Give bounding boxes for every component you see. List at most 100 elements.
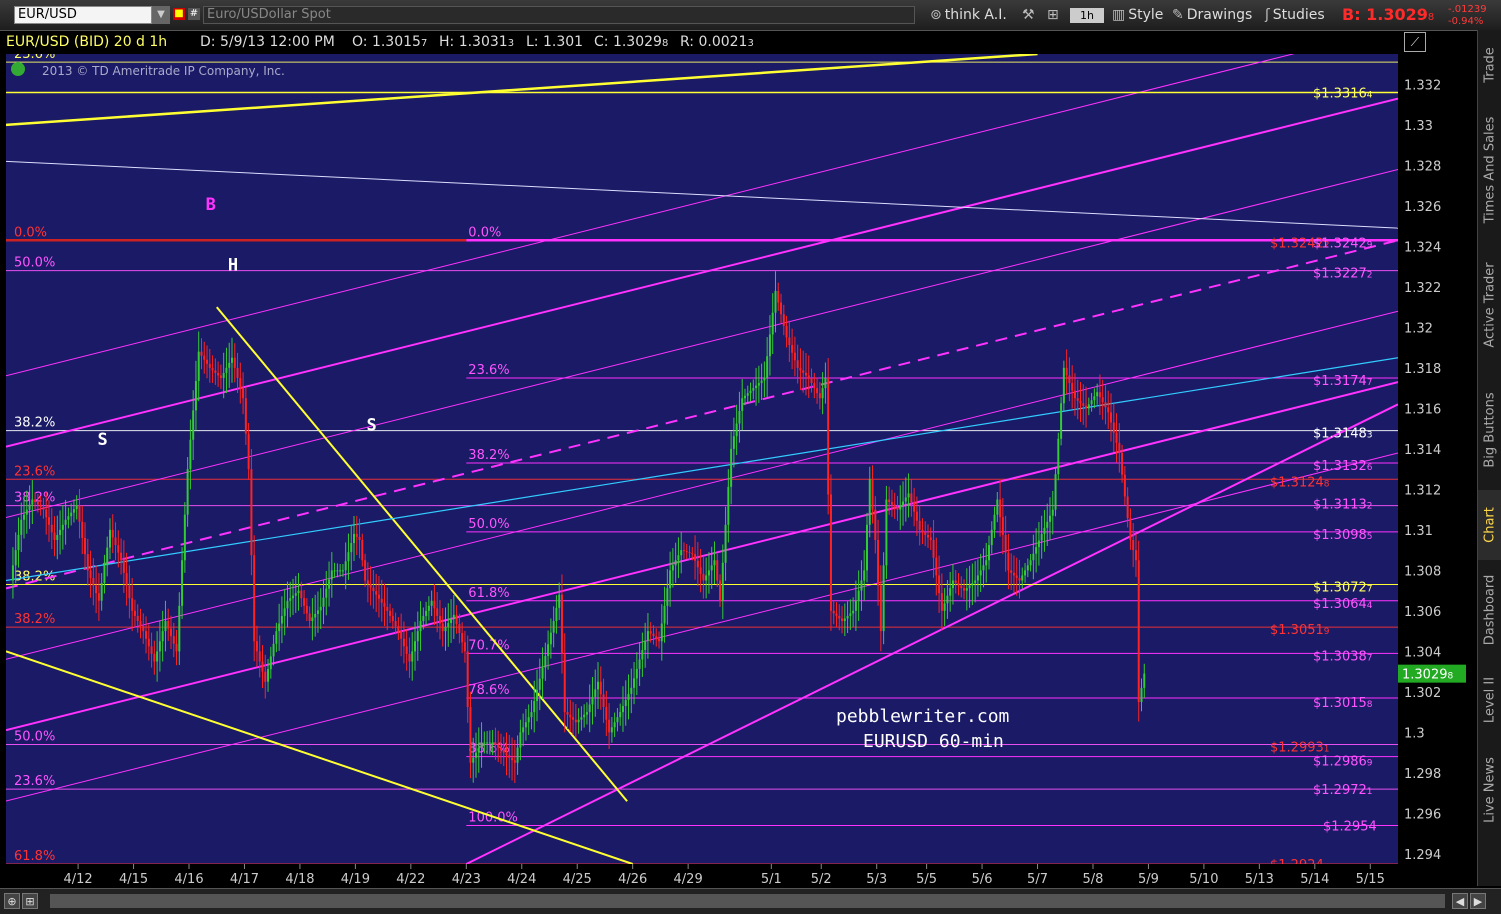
candle-body — [56, 534, 59, 540]
sidebar-tab-live-news[interactable]: Live News — [1478, 740, 1501, 840]
candle-body — [339, 570, 342, 572]
candle-body — [527, 717, 530, 723]
candle-body — [624, 699, 627, 707]
candle-body — [344, 561, 347, 571]
sidebar-tab-times-and-sales[interactable]: Times And Sales — [1478, 100, 1501, 240]
sidebar-tab-dashboard[interactable]: Dashboard — [1478, 560, 1501, 660]
sidebar-tab-chart[interactable]: Chart — [1478, 490, 1501, 560]
candle-body — [14, 550, 17, 566]
studies-button[interactable]: ʃ Studies — [1265, 5, 1325, 25]
candle-body — [533, 700, 536, 713]
candle-body — [169, 628, 172, 637]
candle-body — [990, 529, 993, 546]
price-level-small-digit: 1 — [1367, 787, 1373, 797]
think-ai-button[interactable]: ⊚ think A.I. — [930, 5, 1007, 25]
sidebar-tab-label: Big Buttons — [1482, 392, 1498, 468]
candle-body — [971, 583, 974, 586]
x-tick-label: 5/8 — [1083, 872, 1104, 887]
header-close: C: 1.30298 — [594, 32, 668, 52]
sidebar-tab-label: Chart — [1482, 507, 1498, 543]
price-level-small-digit: 8 — [1324, 479, 1330, 489]
candle-body — [605, 707, 608, 720]
grid-icon[interactable]: # — [188, 8, 200, 20]
style-button[interactable]: ▥ Style — [1112, 5, 1163, 25]
price-level-label: $1.31248 — [1270, 475, 1330, 490]
x-tick-label: 4/25 — [563, 872, 592, 887]
sidebar-tab-level-ii[interactable]: Level II — [1478, 660, 1501, 740]
sidebar-tab-label: Trade — [1482, 47, 1498, 83]
candle-body — [25, 509, 28, 515]
drawings-button[interactable]: ✎ Drawings — [1172, 5, 1252, 25]
candle-body — [319, 606, 322, 611]
style-label: Style — [1128, 7, 1164, 23]
candle-body — [1101, 397, 1104, 403]
tools-icon[interactable]: ⚒ — [1022, 5, 1035, 25]
candle-body — [139, 621, 142, 627]
candle-body — [710, 565, 713, 571]
candle-body — [333, 570, 336, 572]
symbol-input[interactable]: EUR/USD — [14, 6, 152, 24]
horizontal-scrollbar[interactable] — [50, 894, 1445, 908]
right-sidebar: Trade Times And Sales Active Trader Big But… — [1477, 30, 1501, 886]
candle-body — [1090, 400, 1093, 405]
candle-body — [882, 565, 885, 632]
scroll-left-icon[interactable]: ◀ — [1452, 893, 1468, 909]
candle-body — [142, 626, 145, 632]
chart-settings-icon[interactable]: ⊞ — [1047, 5, 1059, 25]
price-level-label: $1.30644 — [1313, 597, 1373, 612]
candle-body — [47, 517, 50, 525]
candle-body — [854, 600, 857, 611]
autoscale-icon[interactable]: ⟋ — [1404, 32, 1426, 52]
price-chart[interactable]: 23.6%0.0%50.0%38.2%23.6%38.2%38.2%38.2%5… — [6, 54, 1398, 864]
candle-body — [638, 659, 641, 669]
link-icon[interactable]: ■ — [173, 8, 185, 20]
candle-body — [325, 588, 328, 598]
candle-body — [738, 410, 741, 424]
price-level-label: $1.30519 — [1270, 623, 1330, 638]
candle-body — [28, 504, 31, 510]
y-tick-label: 1.324 — [1404, 240, 1441, 255]
candle-body — [400, 631, 403, 639]
candle-body — [724, 524, 727, 563]
fib-label-mid: 38.2% — [468, 448, 509, 463]
close-small: 8 — [661, 38, 669, 49]
candle-body — [242, 388, 245, 399]
candle-body — [860, 580, 863, 591]
candle-body — [824, 378, 827, 389]
candle-body — [355, 533, 358, 537]
candle-body — [549, 632, 552, 645]
candle-body — [236, 367, 239, 378]
price-level-small-digit: 9 — [1367, 759, 1373, 769]
bid-small-digit: 8 — [1427, 12, 1435, 23]
y-tick-label: 1.318 — [1404, 362, 1441, 377]
candle-body — [757, 383, 760, 386]
zoom-in-icon[interactable]: ⊕ — [4, 893, 20, 909]
candle-body — [1062, 367, 1065, 404]
x-tick-label: 5/6 — [972, 872, 993, 887]
candle-body — [644, 640, 647, 651]
symbol-dropdown-icon[interactable]: ▼ — [152, 6, 170, 24]
price-level-label: $1.33164 — [1313, 86, 1373, 101]
candle-body — [438, 615, 441, 624]
candle-body — [1012, 572, 1015, 576]
candle-body — [322, 597, 325, 607]
candle-body — [513, 760, 516, 763]
timeframe-badge[interactable]: 1h — [1070, 8, 1104, 23]
zoom-out-icon[interactable]: ⊞ — [22, 893, 38, 909]
candle-body — [120, 552, 123, 561]
candle-body — [39, 504, 42, 508]
candle-body — [960, 585, 963, 589]
candle-body — [741, 398, 744, 411]
candle-body — [1096, 392, 1099, 397]
y-tick-label: 1.31 — [1404, 524, 1433, 539]
candle-body — [469, 707, 472, 763]
sidebar-tab-trade[interactable]: Trade — [1478, 30, 1501, 100]
candle-body — [267, 669, 270, 682]
scroll-right-icon[interactable]: ▶ — [1470, 893, 1486, 909]
sidebar-tab-big-buttons[interactable]: Big Buttons — [1478, 370, 1501, 490]
sidebar-tab-active-trader[interactable]: Active Trader — [1478, 240, 1501, 370]
price-level-label: $1.30387 — [1313, 649, 1373, 664]
candle-body — [1121, 452, 1124, 475]
y-tick-label: 1.32 — [1404, 321, 1433, 336]
candle-body — [203, 355, 206, 360]
